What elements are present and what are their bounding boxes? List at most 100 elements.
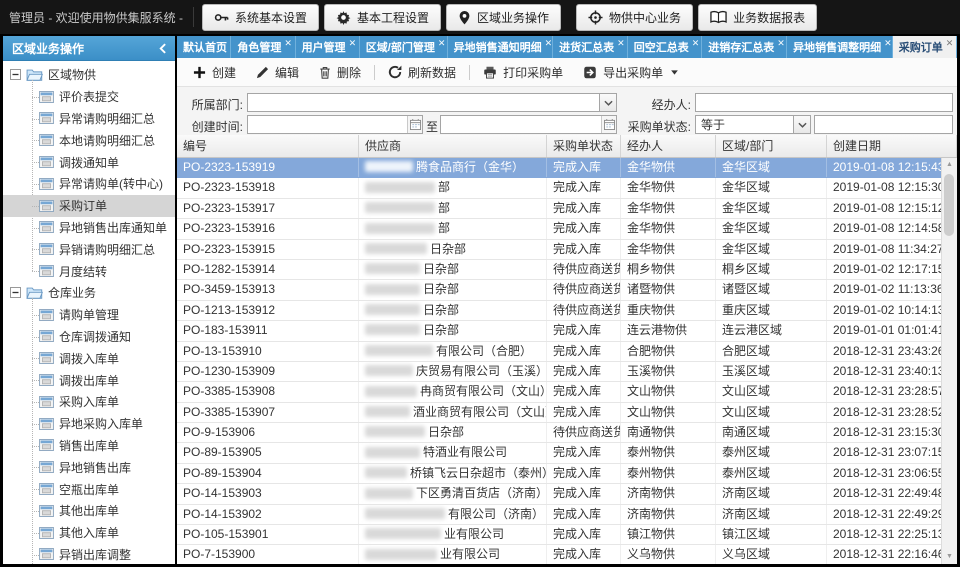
minus-box-icon[interactable] xyxy=(10,287,21,298)
table-row[interactable]: PO-2323-153918部完成入库金华物供金华区域2019-01-08 12… xyxy=(177,178,942,198)
tree-item-1-0[interactable]: 请购单管理 xyxy=(3,304,175,326)
column-header-2[interactable]: 采购单状态 xyxy=(547,135,621,157)
tree-item-1-11[interactable]: 异销出库调整 xyxy=(3,544,175,564)
scroll-down-icon[interactable]: ▼ xyxy=(942,550,957,564)
tree-item-label: 异地销售出库通知单 xyxy=(59,219,167,236)
table-row[interactable]: PO-7-153900业有限公司完成入库义乌物供义乌区域2018-12-31 2… xyxy=(177,545,942,564)
grid-scrollbar[interactable]: ▲ ▼ xyxy=(941,158,957,564)
column-header-5[interactable]: 创建日期 xyxy=(827,135,957,157)
date-to-input[interactable] xyxy=(440,115,617,134)
tab-label: 用户管理 xyxy=(302,39,346,55)
minus-box-icon[interactable] xyxy=(10,69,21,80)
topbar-button-system-settings[interactable]: 系统基本设置 xyxy=(202,4,319,31)
close-icon[interactable]: ✕ xyxy=(946,38,954,49)
tab-active-9[interactable]: 采购订单✕ xyxy=(893,36,957,58)
table-row[interactable]: PO-1282-153914日杂部待供应商送货桐乡物供桐乡区域2019-01-0… xyxy=(177,260,942,280)
tree-item-0-1[interactable]: 异常请购明细汇总 xyxy=(3,108,175,130)
tree-item-1-2[interactable]: 调拨入库单 xyxy=(3,347,175,369)
tab-3[interactable]: 区域/部门管理✕ xyxy=(360,36,448,58)
tree-folder-0[interactable]: 区域物供 xyxy=(3,64,175,86)
table-row[interactable]: PO-89-153904桥镇飞云日杂超市（泰州）完成入库泰州物供泰州区域2018… xyxy=(177,464,942,484)
create-button[interactable]: 创建 xyxy=(183,60,246,84)
tab-0[interactable]: 默认首页 xyxy=(177,36,231,58)
dept-filter-select[interactable] xyxy=(247,93,617,112)
close-icon[interactable]: ✕ xyxy=(692,38,700,49)
tab-4[interactable]: 异地销售通知明细✕ xyxy=(448,36,554,58)
topbar-button-basic-project-settings[interactable]: 基本工程设置 xyxy=(324,4,441,31)
tree-item-0-2[interactable]: 本地请购明细汇总 xyxy=(3,129,175,151)
topbar-button-region-business[interactable]: 区域业务操作 xyxy=(446,4,561,31)
close-icon[interactable]: ✕ xyxy=(545,38,553,49)
combo-arrow-icon[interactable] xyxy=(793,116,810,133)
tree-item-0-0[interactable]: 评价表提交 xyxy=(3,86,175,108)
tab-2[interactable]: 用户管理✕ xyxy=(296,36,360,58)
tab-1[interactable]: 角色管理✕ xyxy=(231,36,295,58)
table-row[interactable]: PO-2323-153917部完成入库金华物供金华区域2019-01-08 12… xyxy=(177,199,942,219)
table-row[interactable]: PO-13-153910有限公司（合肥）完成入库合肥物供合肥区域2018-12-… xyxy=(177,342,942,362)
tree-item-1-9[interactable]: 其他出库单 xyxy=(3,500,175,522)
table-row[interactable]: PO-3459-153913日杂部待供应商送货诸暨物供诸暨区域2019-01-0… xyxy=(177,280,942,300)
table-row[interactable]: PO-3385-153908冉商贸有限公司（文山）完成入库文山物供文山区域201… xyxy=(177,382,942,402)
table-row[interactable]: PO-14-153903下区勇清百货店（济南）完成入库济南物供济南区域2018-… xyxy=(177,484,942,504)
topbar-button-supply-center-business[interactable]: 物供中心业务 xyxy=(576,4,693,31)
leaf-icon xyxy=(39,548,54,560)
delete-button[interactable]: 删除 xyxy=(309,60,371,84)
tree-item-0-3[interactable]: 调拨通知单 xyxy=(3,151,175,173)
tree-item-0-7[interactable]: 异销请购明细汇总 xyxy=(3,238,175,260)
tree-item-0-6[interactable]: 异地销售出库通知单 xyxy=(3,217,175,239)
tab-8[interactable]: 异地销售调整明细✕ xyxy=(787,36,893,58)
tree-item-label: 其他出库单 xyxy=(59,502,119,519)
close-icon[interactable]: ✕ xyxy=(438,38,446,49)
calendar-icon[interactable] xyxy=(407,116,422,133)
table-row[interactable]: PO-2323-153916部完成入库金华物供金华区域2019-01-08 12… xyxy=(177,219,942,239)
table-row[interactable]: PO-183-153911日杂部完成入库连云港物供连云港区域2019-01-01… xyxy=(177,321,942,341)
tree-item-1-1[interactable]: 仓库调拨通知 xyxy=(3,326,175,348)
date-from-input[interactable] xyxy=(247,115,423,134)
tree-item-1-7[interactable]: 异地销售出库 xyxy=(3,456,175,478)
table-row[interactable]: PO-105-153901业有限公司完成入库镇江物供镇江区域2018-12-31… xyxy=(177,525,942,545)
print-po-button[interactable]: 打印采购单 xyxy=(473,60,573,84)
close-icon[interactable]: ✕ xyxy=(777,38,785,49)
column-header-3[interactable]: 经办人 xyxy=(621,135,716,157)
column-header-0[interactable]: 编号 xyxy=(177,135,359,157)
tree-item-label: 调拨出库单 xyxy=(59,372,119,389)
tree-item-0-5[interactable]: 采购订单 xyxy=(3,195,175,217)
table-row[interactable]: PO-2323-153919腾食品商行（金华）完成入库金华物供金华区域2019-… xyxy=(177,158,942,178)
edit-button[interactable]: 编辑 xyxy=(246,60,309,84)
scrollbar-thumb[interactable] xyxy=(944,174,954,236)
tab-7[interactable]: 进销存汇总表✕ xyxy=(702,36,787,58)
status-filter-input[interactable] xyxy=(814,115,953,134)
close-icon[interactable]: ✕ xyxy=(349,38,357,49)
table-row[interactable]: PO-2323-153915日杂部完成入库金华物供金华区域2019-01-08 … xyxy=(177,240,942,260)
tab-6[interactable]: 回空汇总表✕ xyxy=(628,36,703,58)
tree-item-1-3[interactable]: 调拨出库单 xyxy=(3,369,175,391)
close-icon[interactable]: ✕ xyxy=(617,38,625,49)
tree-folder-1[interactable]: 仓库业务 xyxy=(3,282,175,304)
close-icon[interactable]: ✕ xyxy=(884,38,892,49)
table-row[interactable]: PO-1213-153912日杂部待供应商送货重庆物供重庆区域2019-01-0… xyxy=(177,301,942,321)
table-row[interactable]: PO-1230-153909庆贸易有限公司（玉溪）完成入库玉溪物供玉溪区域201… xyxy=(177,362,942,382)
table-row[interactable]: PO-3385-153907酒业商贸有限公司（文山）完成入库文山物供文山区域20… xyxy=(177,403,942,423)
chevron-left-icon[interactable] xyxy=(159,43,166,54)
tab-5[interactable]: 进货汇总表✕ xyxy=(553,36,628,58)
close-icon[interactable]: ✕ xyxy=(284,38,292,49)
refresh-button[interactable]: 刷新数据 xyxy=(378,60,466,84)
tree-item-0-8[interactable]: 月度结转 xyxy=(3,260,175,282)
export-po-button[interactable]: 导出采购单 xyxy=(573,60,688,84)
status-operator-select[interactable]: 等于 xyxy=(695,115,811,134)
tree-item-1-8[interactable]: 空瓶出库单 xyxy=(3,478,175,500)
table-row[interactable]: PO-9-153906日杂部待供应商送货南通物供南通区域2018-12-31 2… xyxy=(177,423,942,443)
table-row[interactable]: PO-89-153905特酒业有限公司完成入库泰州物供泰州区域2018-12-3… xyxy=(177,443,942,463)
tree-item-1-6[interactable]: 销售出库单 xyxy=(3,435,175,457)
column-header-4[interactable]: 区域/部门 xyxy=(716,135,827,157)
tree-item-1-5[interactable]: 异地采购入库单 xyxy=(3,413,175,435)
tree-item-1-4[interactable]: 采购入库单 xyxy=(3,391,175,413)
combo-arrow-icon[interactable] xyxy=(599,94,616,111)
table-row[interactable]: PO-14-153902有限公司（济南）完成入库济南物供济南区域2018-12-… xyxy=(177,505,942,525)
operator-filter-input[interactable] xyxy=(695,93,953,112)
scroll-up-icon[interactable]: ▲ xyxy=(942,158,957,172)
tree-item-1-10[interactable]: 其他入库单 xyxy=(3,522,175,544)
column-header-1[interactable]: 供应商 xyxy=(359,135,547,157)
topbar-button-business-reports[interactable]: 业务数据报表 xyxy=(698,4,817,31)
tree-item-0-4[interactable]: 异常请购单(转中心) xyxy=(3,173,175,195)
